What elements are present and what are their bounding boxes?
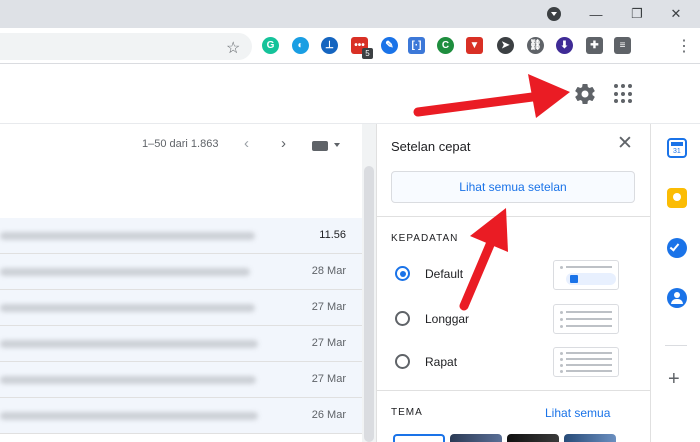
density-compact-preview[interactable] [553, 347, 619, 377]
chevron-down-icon[interactable] [334, 143, 340, 147]
download-extension-icon[interactable]: ⬇ [556, 37, 573, 54]
link-extension-icon[interactable]: ⛓ [527, 37, 544, 54]
blurred-email-preview [0, 304, 255, 312]
address-bar[interactable] [0, 33, 252, 60]
quick-settings-panel: Setelan cepat ✕ Lihat semua setelan KEPA… [376, 124, 651, 442]
density-comfortable-radio[interactable] [395, 311, 410, 326]
mail-scrollbar[interactable] [364, 166, 374, 442]
blurred-email-preview [0, 268, 250, 276]
email-date: 27 Mar [311, 301, 346, 313]
tasks-icon[interactable] [667, 238, 687, 258]
droplet-extension-icon[interactable]: ◐ [292, 37, 309, 54]
divider [377, 216, 651, 217]
pagination-text: 1–50 dari 1.863 [142, 138, 219, 150]
density-comfortable-preview[interactable] [553, 304, 619, 334]
density-compact-radio[interactable] [395, 354, 410, 369]
grammarly-extension-icon[interactable]: G [262, 37, 279, 54]
theme-swatch[interactable] [564, 434, 616, 442]
blurred-email-preview [0, 412, 258, 420]
theme-see-all-link[interactable]: Lihat semua [545, 406, 610, 420]
restore-button[interactable]: ❐ [617, 0, 657, 28]
pen-extension-icon[interactable]: ✎ [381, 37, 398, 54]
theme-section-label: TEMA [391, 407, 423, 418]
email-date: 27 Mar [311, 373, 346, 385]
table-row[interactable]: 27 Mar [0, 362, 362, 398]
c-extension-icon[interactable]: C [437, 37, 454, 54]
mail-list: 11.56 28 Mar 27 Mar 27 Mar 27 Mar 26 Mar [0, 218, 362, 434]
side-panel: 31 + [650, 124, 700, 442]
close-icon[interactable]: ✕ [617, 134, 633, 153]
blurred-email-preview [0, 232, 255, 240]
email-date: 28 Mar [311, 265, 346, 277]
table-row[interactable]: 27 Mar [0, 326, 362, 362]
apps-grid-icon[interactable] [614, 84, 634, 104]
density-default-label: Default [425, 267, 464, 281]
profile-dropdown-icon[interactable] [547, 7, 561, 21]
divider [377, 390, 651, 391]
divider [665, 345, 687, 346]
theme-swatch[interactable] [507, 434, 559, 442]
table-row[interactable]: 26 Mar [0, 398, 362, 434]
browser-menu-icon[interactable]: ⋮ [676, 36, 692, 56]
quick-settings-title: Setelan cepat [391, 139, 471, 154]
email-date: 26 Mar [311, 409, 346, 421]
email-date: 27 Mar [311, 337, 346, 349]
newer-page-button[interactable]: ‹ [244, 135, 249, 152]
stamp-extension-icon[interactable]: ⊥ [321, 37, 338, 54]
table-row[interactable]: 28 Mar [0, 254, 362, 290]
puzzle-extension-icon[interactable]: ✚ [586, 37, 603, 54]
density-default-preview[interactable] [553, 260, 619, 290]
see-all-settings-button[interactable]: Lihat semua setelan [391, 171, 635, 203]
density-compact-label: Rapat [425, 355, 458, 369]
density-comfortable-label: Longgar [425, 312, 470, 326]
star-icon[interactable]: ☆ [226, 38, 240, 58]
density-section-label: KEPADATAN [391, 233, 459, 244]
keep-icon[interactable] [667, 188, 687, 208]
close-window-button[interactable]: ✕ [656, 0, 696, 28]
older-page-button[interactable]: › [281, 135, 286, 152]
density-default-radio[interactable] [395, 266, 410, 281]
contacts-icon[interactable] [667, 288, 687, 308]
blurred-email-preview [0, 340, 258, 348]
extension-badge-count: 5 [362, 48, 373, 59]
table-row[interactable]: 27 Mar [0, 290, 362, 326]
theme-swatch[interactable] [450, 434, 502, 442]
cursor-extension-icon[interactable]: ➤ [497, 37, 514, 54]
add-addon-icon[interactable]: + [668, 368, 680, 391]
table-row[interactable]: 11.56 [0, 218, 362, 254]
brackets-extension-icon[interactable]: [·] [408, 37, 425, 54]
blurred-email-preview [0, 376, 256, 384]
theme-default-swatch[interactable] [393, 434, 445, 442]
shield-extension-icon[interactable]: ▼ [466, 37, 483, 54]
calendar-icon[interactable]: 31 [667, 138, 687, 158]
playlist-extension-icon[interactable]: ≡ [614, 37, 631, 54]
minimize-button[interactable]: — [576, 0, 616, 28]
keyboard-icon[interactable] [312, 141, 328, 151]
email-date: 11.56 [319, 229, 346, 241]
gear-icon[interactable] [573, 82, 597, 106]
